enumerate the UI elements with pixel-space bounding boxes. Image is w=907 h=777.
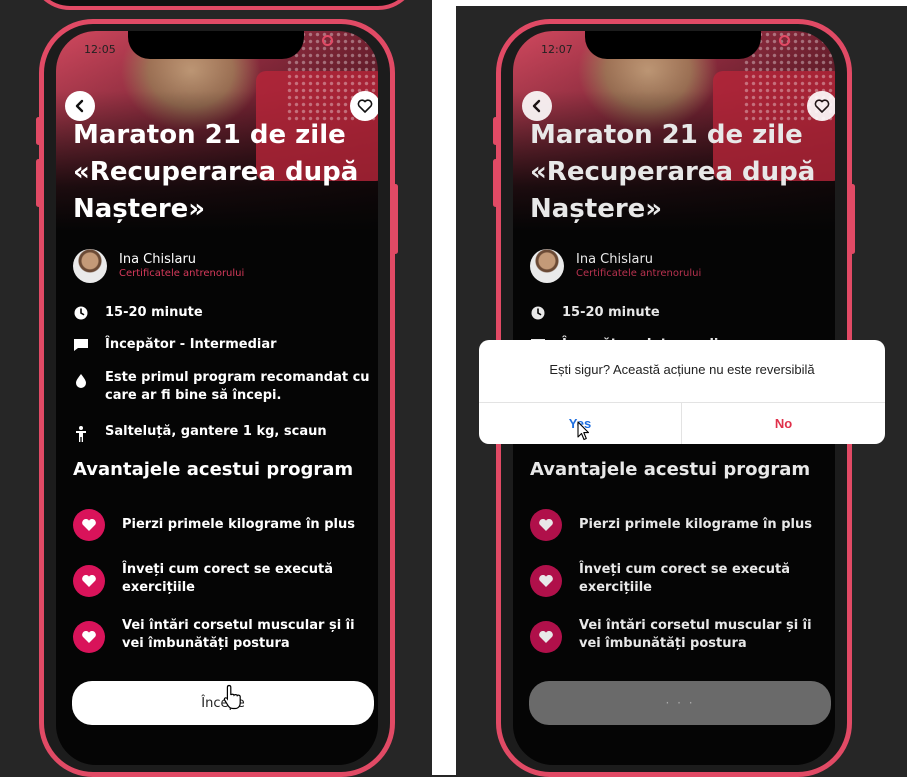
favorite-button[interactable] xyxy=(350,91,378,121)
level-text: Începător - Intermediar xyxy=(105,337,277,352)
clock-icon xyxy=(74,306,88,320)
equipment-text: Salteluță, gantere 1 kg, scaun xyxy=(105,424,327,439)
heart-badge xyxy=(530,565,562,597)
confirm-dialog: Ești sigur? Această acțiune nu este reve… xyxy=(479,340,885,444)
drop-icon xyxy=(76,374,86,388)
program-title: Maraton 21 de zile «Recuperarea după Naș… xyxy=(530,120,816,224)
heart-icon xyxy=(82,518,96,531)
phone-mockup-left: 12:05 Maraton 21 de zile «Recuperarea du… xyxy=(36,19,398,777)
start-button-loading: · · · xyxy=(529,681,831,725)
advantages-title: Avantajele acestui program xyxy=(530,459,811,480)
heart-icon xyxy=(539,574,553,587)
heart-outline-icon xyxy=(357,99,373,113)
previous-phone-bottom xyxy=(30,0,418,10)
heart-badge xyxy=(73,509,105,541)
heart-icon xyxy=(539,630,553,643)
heart-icon xyxy=(82,574,96,587)
avatar xyxy=(530,249,564,283)
heart-icon xyxy=(82,630,96,643)
phone-notch xyxy=(585,31,761,59)
side-button xyxy=(36,159,41,207)
advantages-title: Avantajele acestui program xyxy=(73,459,354,480)
back-arrow-icon xyxy=(532,99,541,113)
status-time: 12:05 xyxy=(84,43,116,56)
app-screen: 12:05 Maraton 21 de zile «Recuperarea du… xyxy=(56,31,378,765)
advantage-text: Pierzi primele kilograme în plus xyxy=(579,517,812,532)
advantage-text: Vei întări corsetul muscular și îi vei î… xyxy=(122,618,355,651)
side-button xyxy=(36,117,41,145)
recommendation-text: Este primul program recomandat cu care a… xyxy=(105,370,370,403)
dialog-message: Ești sigur? Această acțiune nu este reve… xyxy=(549,362,815,377)
heart-icon xyxy=(539,518,553,531)
advantage-text: Pierzi primele kilograme în plus xyxy=(122,517,355,532)
side-button xyxy=(393,184,398,254)
phone-notch xyxy=(128,31,304,59)
divider-strip xyxy=(432,0,456,775)
side-button xyxy=(493,117,498,145)
status-time: 12:07 xyxy=(541,43,573,56)
side-button xyxy=(493,159,498,207)
divider-strip-top xyxy=(432,0,907,6)
avatar xyxy=(73,249,107,283)
duration-text: 15-20 minute xyxy=(562,305,660,320)
side-button xyxy=(850,184,855,254)
camera-dot xyxy=(779,35,790,46)
trainer-certificates-link[interactable]: Certificatele antrenorului xyxy=(119,268,244,279)
arrow-cursor-icon xyxy=(577,421,590,441)
heart-badge xyxy=(73,621,105,653)
favorite-button[interactable] xyxy=(807,91,835,121)
heart-badge xyxy=(530,509,562,541)
duration-text: 15-20 minute xyxy=(105,305,203,320)
advantage-text: Înveți cum corect se execută exercițiile xyxy=(579,562,790,595)
hand-cursor-icon xyxy=(223,684,241,710)
dialog-no-button[interactable]: No xyxy=(682,402,885,444)
trainer-row: Ina Chislaru Certificatele antrenorului xyxy=(73,249,373,289)
trainer-name: Ina Chislaru xyxy=(119,252,197,267)
back-button[interactable] xyxy=(65,91,95,121)
chat-icon xyxy=(74,339,88,351)
camera-dot xyxy=(322,35,333,46)
advantage-text: Înveți cum corect se execută exercițiile xyxy=(122,562,333,595)
clock-icon xyxy=(531,306,545,320)
person-icon xyxy=(76,426,86,442)
trainer-certificates-link[interactable]: Certificatele antrenorului xyxy=(576,268,701,279)
advantage-text: Vei întări corsetul muscular și îi vei î… xyxy=(579,618,812,651)
trainer-row: Ina Chislaru Certificatele antrenorului xyxy=(530,249,830,289)
heart-badge xyxy=(73,565,105,597)
program-title: Maraton 21 de zile «Recuperarea după Naș… xyxy=(73,120,359,224)
back-arrow-icon xyxy=(75,99,84,113)
back-button[interactable] xyxy=(522,91,552,121)
heart-badge xyxy=(530,621,562,653)
trainer-name: Ina Chislaru xyxy=(576,252,654,267)
heart-outline-icon xyxy=(814,99,830,113)
